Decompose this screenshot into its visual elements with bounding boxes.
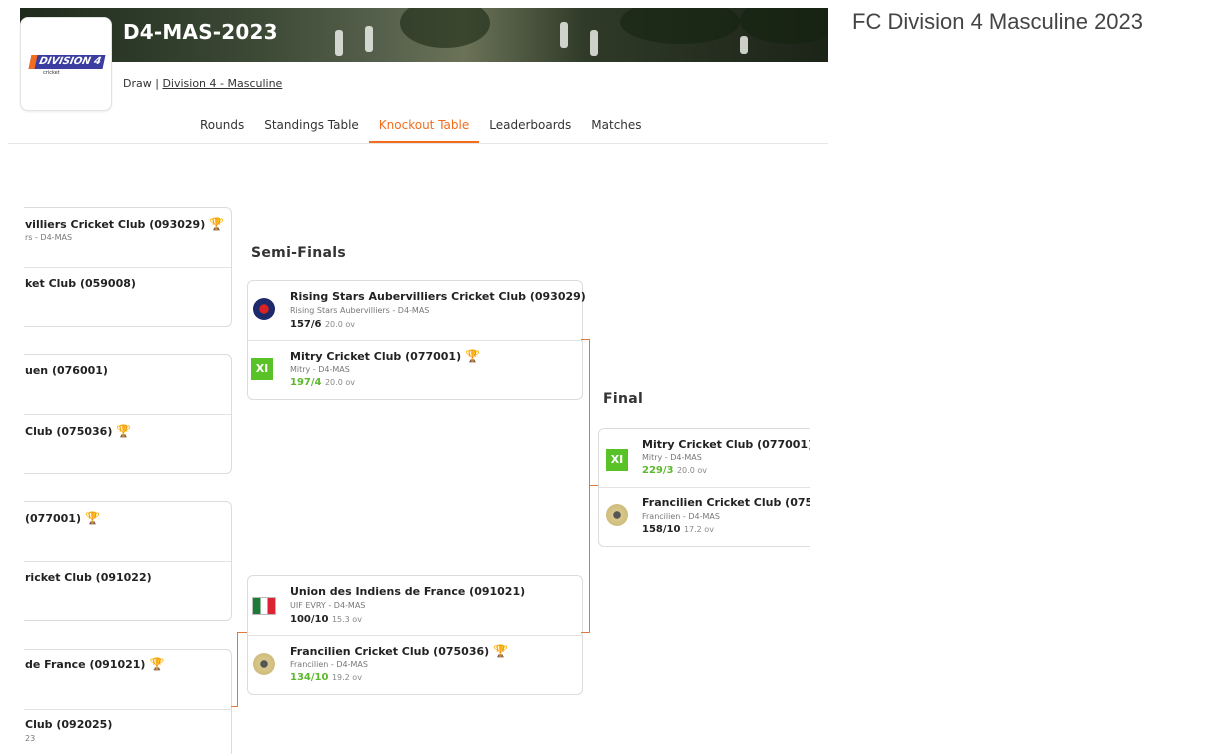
trophy-icon: 🏆 [84, 511, 100, 525]
team-overs: 20.0 ov [676, 466, 707, 475]
team-subtitle: Francilien - D4-MAS [290, 660, 368, 669]
team-name: Club (075036) [25, 425, 113, 438]
tab-knockout-table[interactable]: Knockout Table [368, 112, 480, 143]
team-subtitle: Mitry - D4-MAS [642, 453, 702, 462]
team-score: 229/3 [642, 465, 674, 476]
match-card[interactable]: Rising Stars Aubervilliers Cricket Club … [247, 280, 586, 400]
team-name: Club (092025) [25, 718, 113, 731]
breadcrumb: Draw | Division 4 - Masculine [123, 77, 282, 90]
cricket-emblem-icon [606, 504, 628, 526]
team-overs: 15.3 ov [331, 615, 362, 624]
team-row[interactable]: XI Mitry Cricket Club (077001)🏆 Mitry - … [248, 340, 582, 399]
match-card[interactable]: Union des Indiens de France (091021) UIF… [247, 575, 583, 695]
xi-logo-icon: XI [251, 358, 273, 380]
match-card[interactable]: villiers Cricket Club (093029) 🏆 rs - D4-… [24, 207, 232, 327]
competition-code-title: D4-MAS-2023 [123, 20, 278, 44]
tab-bar: Rounds Standings Table Knockout Table Le… [190, 112, 652, 143]
trophy-icon: 🏆 [149, 657, 165, 671]
competition-logo: DIVISION 4 cricket [20, 17, 112, 111]
trophy-icon: 🏆 [493, 644, 509, 658]
team-subtitle: Rising Stars Aubervilliers - D4-MAS [290, 306, 430, 315]
trophy-icon: 🏆 [465, 349, 481, 363]
team-row[interactable]: Union des Indiens de France (091021) UIF… [248, 576, 582, 634]
team-score: 157/6 [290, 319, 322, 330]
cricket-emblem-icon [253, 653, 275, 675]
psg-crest-icon [253, 298, 275, 320]
match-card[interactable]: de France (091021) 🏆 Club (092025) 23 [24, 649, 232, 754]
team-row[interactable]: ricket Club (091022) [24, 561, 231, 620]
tab-matches[interactable]: Matches [581, 112, 651, 142]
match-card[interactable]: (077001) 🏆 ricket Club (091022) [24, 501, 232, 621]
tab-leaderboards[interactable]: Leaderboards [479, 112, 581, 142]
team-name: Francilien Cricket Club (0750 [642, 496, 810, 509]
team-name: Mitry Cricket Club (077001) [290, 350, 462, 363]
team-name: uen (076001) [25, 364, 108, 377]
trophy-icon: 🏆 [209, 217, 225, 231]
bracket-connector [589, 339, 590, 633]
team-row[interactable]: Francilien Cricket Club (075036) 🏆 Franci… [248, 635, 582, 694]
breadcrumb-division-link[interactable]: Division 4 - Masculine [162, 77, 282, 90]
tab-divider [8, 143, 828, 144]
final-heading: Final [603, 391, 644, 407]
team-score: 134/10 [290, 672, 329, 683]
match-card[interactable]: uen (076001) Club (075036) 🏆 [24, 354, 232, 474]
bracket-connector [589, 485, 598, 486]
team-overs: 20.0 ov [324, 320, 355, 329]
team-subtitle: Francilien - D4-MAS [642, 512, 720, 521]
team-subtitle: Mitry - D4-MAS [290, 365, 350, 374]
team-name: Mitry Cricket Club (077001) [642, 438, 810, 451]
xi-logo-icon: XI [606, 449, 628, 471]
team-row[interactable]: ket Club (059008) [24, 267, 231, 326]
team-subtitle: 23 [25, 734, 36, 743]
team-name: (077001) [25, 512, 81, 525]
team-overs: 19.2 ov [331, 673, 362, 682]
team-row[interactable]: XI Mitry Cricket Club (077001)🏆 Mitry - … [599, 429, 810, 487]
team-subtitle: rs - D4-MAS [25, 233, 73, 242]
team-row[interactable]: Francilien Cricket Club (0750 Francilien… [599, 487, 810, 546]
team-row[interactable]: Club (092025) 23 [24, 709, 231, 754]
team-score: 100/10 [290, 614, 329, 625]
team-name: Rising Stars Aubervilliers Cricket Club … [290, 290, 586, 303]
team-row[interactable]: villiers Cricket Club (093029) 🏆 rs - D4-… [24, 208, 231, 266]
division-logo-subtext: cricket [43, 70, 60, 76]
team-overs: 17.2 ov [683, 525, 714, 534]
team-subtitle: UIF EVRY - D4-MAS [290, 601, 366, 610]
page-title: FC Division 4 Masculine 2023 [852, 9, 1144, 34]
match-card[interactable]: XI Mitry Cricket Club (077001)🏆 Mitry - … [598, 428, 810, 547]
division-logo-badge: DIVISION 4 [28, 55, 106, 69]
flag-icon [252, 597, 276, 615]
team-row[interactable]: Rising Stars Aubervilliers Cricket Club … [248, 281, 586, 339]
bracket-connector [237, 632, 238, 706]
breadcrumb-prefix: Draw | [123, 77, 163, 90]
bracket-connector [231, 706, 238, 707]
final-clip: XI Mitry Cricket Club (077001)🏆 Mitry - … [598, 428, 810, 548]
bracket-connector [237, 632, 247, 633]
team-row[interactable]: (077001) 🏆 [24, 502, 231, 560]
team-row[interactable]: de France (091021) 🏆 [24, 650, 231, 708]
semi-finals-heading: Semi-Finals [251, 245, 346, 261]
team-name: ket Club (059008) [25, 277, 136, 290]
team-row[interactable]: uen (076001) [24, 355, 231, 413]
team-name: villiers Cricket Club (093029) [25, 218, 206, 231]
quarter-final-column: villiers Cricket Club (093029) 🏆 rs - D4-… [24, 180, 234, 754]
team-score: 197/4 [290, 377, 322, 388]
tab-rounds[interactable]: Rounds [190, 112, 254, 142]
team-overs: 20.0 ov [324, 378, 355, 387]
team-row[interactable]: Club (075036) 🏆 [24, 414, 231, 473]
team-name: Union des Indiens de France (091021) [290, 585, 526, 598]
team-score: 158/10 [642, 524, 681, 535]
team-name: Francilien Cricket Club (075036) [290, 645, 490, 658]
team-name: de France (091021) [25, 658, 146, 671]
trophy-icon: 🏆 [116, 424, 132, 438]
tab-standings-table[interactable]: Standings Table [254, 112, 369, 142]
team-name: ricket Club (091022) [25, 571, 152, 584]
bracket-connector [581, 632, 590, 633]
